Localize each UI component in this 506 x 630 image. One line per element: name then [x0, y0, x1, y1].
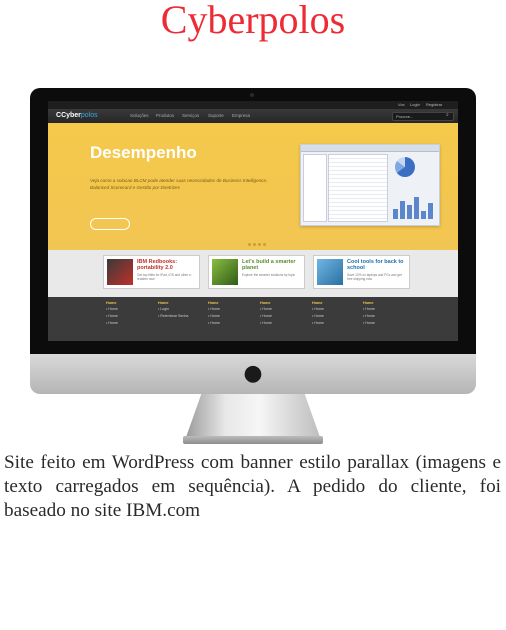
page-title: Cyberpolos [160, 0, 346, 42]
promo-card-smarter-planet[interactable]: Let's build a smarter planet Explore the… [208, 255, 305, 289]
banner-app-screenshot [300, 144, 440, 226]
search-input[interactable]: Procure... [392, 112, 454, 121]
site-nav: CCyberpolos Soluções Produtos Serviços S… [48, 109, 458, 123]
promo-card-redbooks[interactable]: IBM Redbooks: portability 2.0 Get top ti… [103, 255, 200, 289]
footer-col-5: Home • Home • Home • Home [312, 301, 324, 325]
monitor-stand-base [183, 436, 323, 444]
site-topbar: Vox Login Registrar [48, 101, 458, 109]
nav-item-solucoes[interactable]: Soluções [130, 113, 149, 118]
nav-item-suporte[interactable]: Suporte [208, 113, 224, 118]
promo-strip: IBM Redbooks: portability 2.0 Get top ti… [48, 250, 458, 297]
project-caption: Site feito em WordPress com banner estil… [4, 452, 501, 521]
hero-banner: Desempenho Veja como a solucao BLCM pode… [48, 123, 458, 250]
footer-col-1: Home • Home • Home • Home [106, 301, 118, 325]
footer-col-3: Home • Home • Home • Home [208, 301, 220, 325]
planet-thumb [212, 259, 238, 285]
nav-item-servicos[interactable]: Serviços [182, 113, 199, 118]
search-icon[interactable]: ⌕ [446, 112, 449, 118]
footer-col-4: Home • Home • Home • Home [260, 301, 272, 325]
banner-title: Desempenho [90, 143, 197, 162]
topbar-vox[interactable]: Vox [398, 102, 405, 107]
tools-thumb [317, 259, 343, 285]
footer-col-2: Home • Login • Relembrar Senha [158, 301, 189, 318]
site-logo[interactable]: CCyberpolos [56, 112, 98, 119]
website-screenshot: Vox Login Registrar CCyberpolos Soluções… [48, 101, 458, 341]
banner-button[interactable] [90, 218, 130, 230]
site-footer: Home • Home • Home • Home Home • Login •… [48, 297, 458, 341]
pie-chart-thumb [395, 157, 415, 177]
footer-col-6: Home • Home • Home • Home [363, 301, 375, 325]
apple-logo-icon: ● [243, 361, 263, 386]
banner-text: Veja como a solucao BLCM pode atender su… [90, 178, 268, 190]
slider-dots[interactable] [248, 233, 268, 251]
monitor-bezel: Vox Login Registrar CCyberpolos Soluções… [30, 88, 476, 354]
nav-item-produtos[interactable]: Produtos [156, 113, 174, 118]
topbar-register[interactable]: Registrar [426, 102, 442, 107]
nav-item-empresa[interactable]: Empresa [232, 113, 250, 118]
monitor-chin: ● [30, 354, 476, 394]
monitor-stand [185, 394, 321, 440]
topbar-login[interactable]: Login [410, 102, 420, 107]
promo-card-cool-tools[interactable]: Cool tools for back to school Save 10% o… [313, 255, 410, 289]
camera-dot [250, 93, 254, 97]
redbooks-thumb [107, 259, 133, 285]
